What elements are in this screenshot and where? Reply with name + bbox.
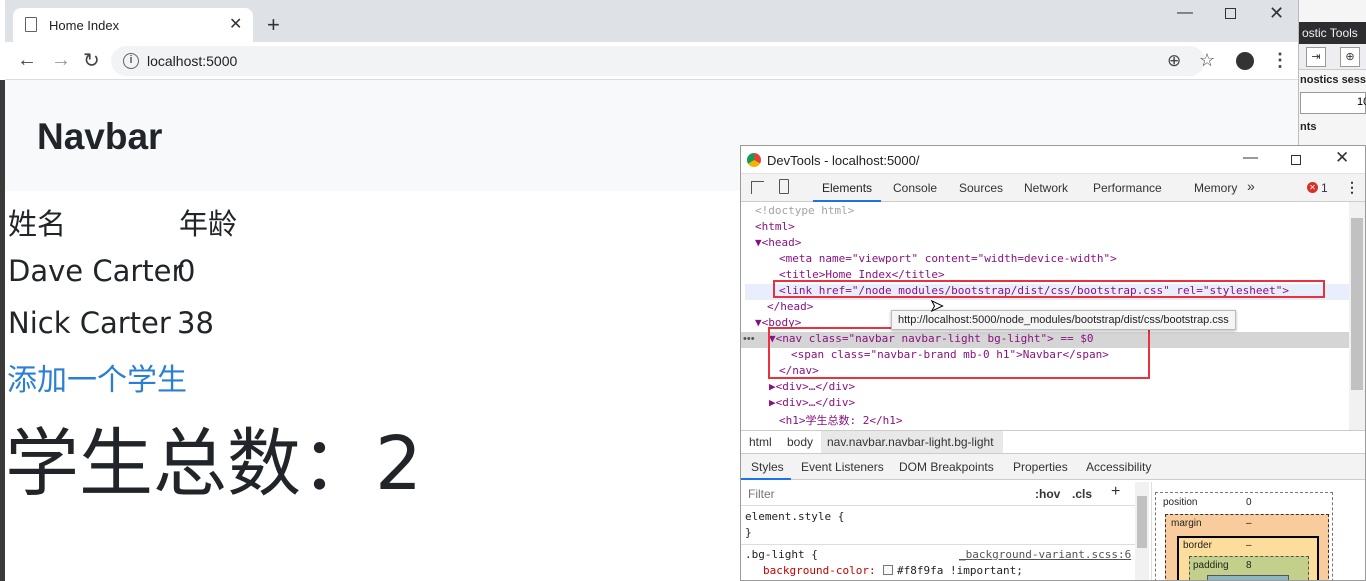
- tab-performance[interactable]: Performance: [1093, 181, 1162, 195]
- tab-title: Home Index: [49, 18, 120, 33]
- info-icon[interactable]: i: [123, 53, 139, 69]
- navbar-brand[interactable]: Navbar: [37, 116, 162, 158]
- background-app-grid: 10: [1300, 92, 1366, 114]
- url-text[interactable]: localhost:5000: [147, 53, 237, 69]
- bookmark-star-icon[interactable]: ☆: [1199, 50, 1215, 71]
- tab-close-icon[interactable]: ✕: [229, 14, 242, 34]
- background-app-events-label: nts: [1300, 121, 1317, 133]
- tab-styles[interactable]: Styles: [751, 460, 784, 474]
- divider: [741, 544, 1135, 545]
- student-total-heading: 学生总数：2: [5, 421, 423, 507]
- table-header-name: 姓名: [8, 207, 67, 241]
- devtools-title: DevTools - localhost:5000/: [767, 153, 920, 168]
- tab-accessibility[interactable]: Accessibility: [1086, 460, 1151, 474]
- box-model-position-value[interactable]: 0: [1246, 497, 1252, 508]
- table-cell-name: Dave Carter: [8, 254, 184, 288]
- tab-memory[interactable]: Memory: [1194, 181, 1237, 195]
- tree-node-div[interactable]: ▶<div>…</div>: [769, 396, 855, 409]
- account-icon[interactable]: [1236, 52, 1254, 70]
- page-icon: [25, 17, 37, 32]
- devtools-window: DevTools - localhost:5000/ — ✕ Elements …: [740, 145, 1366, 581]
- style-rule-selector[interactable]: element.style {: [745, 510, 844, 523]
- style-property[interactable]: background-color:: [763, 564, 876, 577]
- error-icon[interactable]: ✕: [1307, 182, 1318, 193]
- mouse-cursor-icon: ➤: [929, 298, 944, 316]
- maximize-icon[interactable]: [1291, 155, 1301, 165]
- box-model-border-label: border: [1183, 540, 1212, 551]
- reload-icon[interactable]: ↻: [83, 48, 100, 73]
- table-cell-name: Nick Carter: [8, 306, 171, 340]
- background-app-toolbar: ⇥ ⊕: [1298, 44, 1366, 70]
- minimize-icon[interactable]: —: [1243, 149, 1258, 166]
- maximize-icon[interactable]: [1225, 8, 1236, 19]
- zoom-in-icon[interactable]: ⊕: [1340, 47, 1360, 67]
- back-icon[interactable]: ←: [17, 49, 37, 72]
- hover-state-toggle[interactable]: :hov: [1035, 487, 1060, 501]
- tree-node-head-close[interactable]: </head>: [767, 300, 813, 313]
- background-app-sessions-label: nostics sessi: [1300, 74, 1366, 86]
- new-tab-icon[interactable]: +: [267, 12, 280, 38]
- tab-event-listeners[interactable]: Event Listeners: [801, 460, 884, 474]
- inspect-element-icon[interactable]: [751, 181, 764, 194]
- tab-console[interactable]: Console: [893, 181, 937, 195]
- new-rule-icon[interactable]: +: [1111, 483, 1120, 501]
- style-value[interactable]: #f8f9fa !important;: [897, 564, 1023, 577]
- zoom-icon[interactable]: ⊕: [1167, 51, 1181, 71]
- annotation-highlight: [768, 327, 1150, 379]
- box-model-margin-value[interactable]: –: [1246, 518, 1252, 529]
- box-model-padding-value[interactable]: 8: [1246, 560, 1252, 571]
- forward-icon[interactable]: →: [51, 49, 71, 72]
- chrome-logo-icon: [747, 153, 761, 167]
- table-cell-age: 38: [177, 306, 214, 340]
- tree-node-doctype[interactable]: <!doctype html>: [755, 204, 854, 217]
- device-toolbar-icon[interactable]: [779, 179, 789, 194]
- close-icon[interactable]: ✕: [1335, 148, 1349, 168]
- row-actions-icon[interactable]: •••: [743, 333, 755, 345]
- tree-node-div[interactable]: ▶<div>…</div>: [769, 380, 855, 393]
- address-bar[interactable]: [111, 46, 1205, 76]
- style-source-link[interactable]: _background-variant.scss:6: [959, 548, 1131, 561]
- background-app-title: ostic Tools: [1298, 22, 1366, 44]
- box-model-position-label: position: [1163, 497, 1198, 508]
- export-icon[interactable]: ⇥: [1306, 47, 1326, 67]
- table-header-age: 年龄: [179, 207, 238, 241]
- menu-icon[interactable]: ⋮: [1271, 50, 1289, 71]
- tab-elements[interactable]: Elements: [822, 181, 872, 195]
- tab-properties[interactable]: Properties: [1013, 460, 1068, 474]
- tab-network[interactable]: Network: [1024, 181, 1068, 195]
- more-tabs-icon[interactable]: »: [1247, 178, 1255, 194]
- filter-input[interactable]: [743, 485, 1027, 503]
- minimize-icon[interactable]: —: [1177, 4, 1193, 22]
- active-subtab-indicator: [741, 478, 791, 480]
- breadcrumb-html[interactable]: html: [749, 435, 772, 449]
- tree-node-head[interactable]: ▼<head>: [755, 236, 801, 249]
- add-student-link[interactable]: 添加一个学生: [7, 355, 187, 399]
- style-rule-selector[interactable]: .bg-light {: [745, 548, 818, 561]
- tab-sources[interactable]: Sources: [959, 181, 1003, 195]
- breadcrumb-body[interactable]: body: [787, 435, 813, 449]
- color-swatch[interactable]: [883, 565, 893, 575]
- style-rule-close: }: [745, 526, 752, 539]
- box-model-border-value[interactable]: –: [1246, 540, 1252, 551]
- tab-dom-breakpoints[interactable]: DOM Breakpoints: [899, 460, 994, 474]
- class-toggle[interactable]: .cls: [1072, 487, 1092, 501]
- box-model-padding-label: padding: [1193, 560, 1229, 571]
- tree-node-h1[interactable]: <h1>学生总数: 2</h1>: [779, 412, 902, 428]
- devtools-menu-icon[interactable]: ⋮: [1345, 179, 1359, 196]
- close-icon[interactable]: ✕: [1269, 3, 1284, 24]
- styles-scrollbar-thumb[interactable]: [1137, 496, 1147, 548]
- error-count[interactable]: 1: [1321, 181, 1328, 195]
- box-model-margin-label: margin: [1171, 518, 1202, 529]
- box-model-content: [1207, 575, 1289, 580]
- annotation-highlight: [773, 280, 1325, 298]
- table-cell-age: 0: [177, 254, 196, 288]
- background-app-grid-value: 10: [1357, 96, 1366, 108]
- tree-node-meta[interactable]: <meta name="viewport" content="width=dev…: [779, 252, 1117, 265]
- breadcrumb-nav[interactable]: nav.navbar.navbar-light.bg-light: [827, 435, 994, 449]
- tree-scrollbar-thumb[interactable]: [1351, 218, 1363, 390]
- tree-node-html[interactable]: <html>: [755, 220, 795, 233]
